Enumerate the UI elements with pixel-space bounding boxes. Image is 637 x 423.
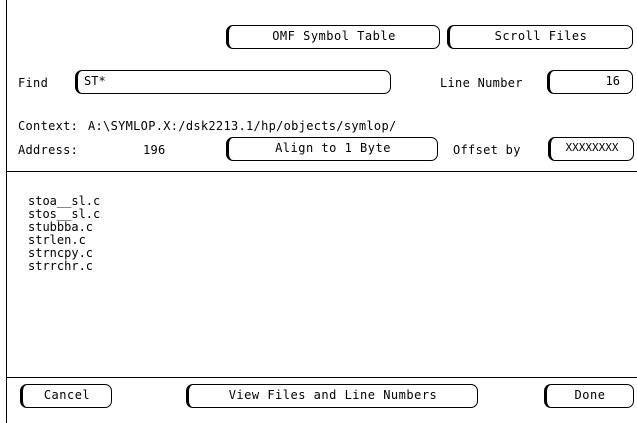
omf-symbol-table-button[interactable]: OMF Symbol Table	[226, 25, 440, 49]
line-number-label: Line Number	[440, 76, 523, 90]
list-item[interactable]: strrchr.c	[28, 260, 100, 273]
cancel-button[interactable]: Cancel	[20, 384, 112, 408]
address-label: Address:	[18, 143, 79, 157]
done-button[interactable]: Done	[544, 384, 634, 408]
align-button[interactable]: Align to 1 Byte	[226, 137, 438, 161]
line-number-field[interactable]: 16	[547, 70, 633, 94]
view-files-button[interactable]: View Files and Line Numbers	[186, 384, 478, 408]
offset-field[interactable]: XXXXXXXX	[548, 137, 634, 161]
file-list: stoa__sl.c stos__sl.c stubbba.c strlen.c…	[28, 195, 100, 273]
footer-divider	[6, 377, 637, 378]
address-value: 196	[143, 143, 166, 157]
offset-label: Offset by	[453, 143, 521, 157]
context-path: A:\SYMLOP.X:/dsk2213.1/hp/objects/symlop…	[88, 119, 397, 133]
header-divider	[6, 171, 637, 172]
context-label: Context:	[18, 119, 79, 133]
scroll-files-button[interactable]: Scroll Files	[447, 25, 633, 49]
find-input[interactable]: ST*	[75, 70, 391, 94]
dialog-frame	[6, 0, 637, 423]
find-label: Find	[18, 76, 49, 90]
